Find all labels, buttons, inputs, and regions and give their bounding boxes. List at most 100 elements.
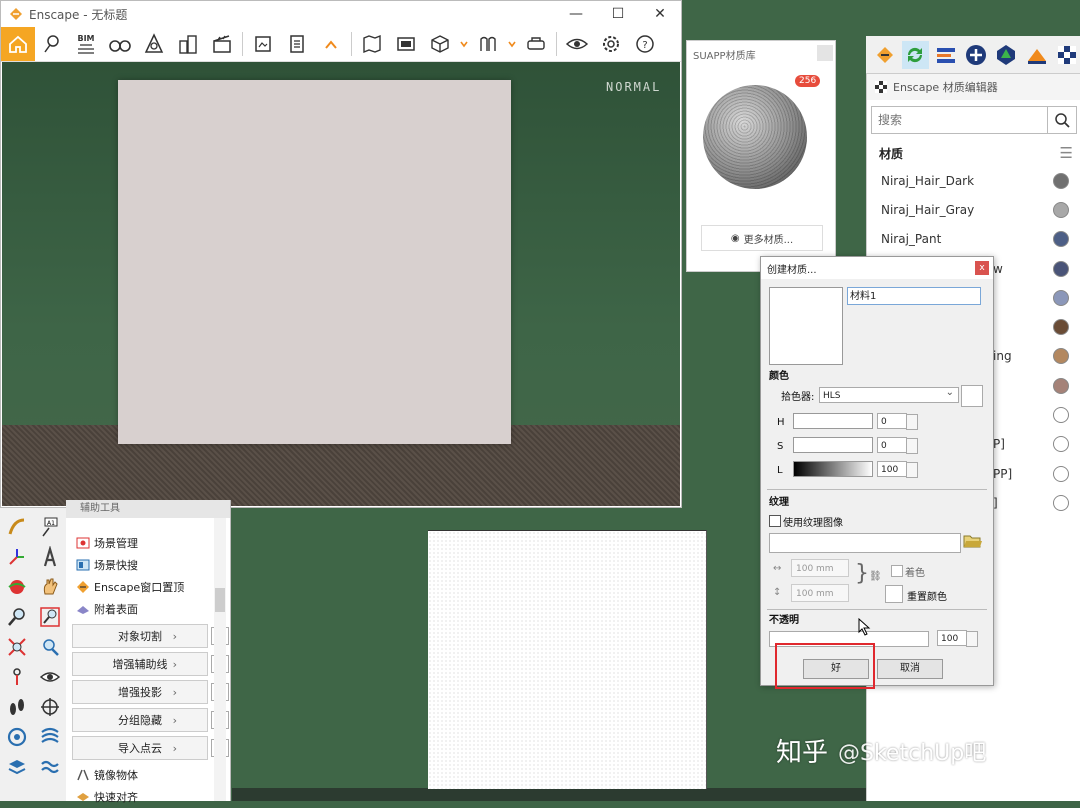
zoom-extents-icon[interactable] xyxy=(5,635,29,659)
wave-icon[interactable] xyxy=(38,755,62,779)
aux-item-scene-manager[interactable]: 场景管理 xyxy=(66,532,230,554)
panorama-icon[interactable] xyxy=(389,27,423,61)
tint-checkbox[interactable] xyxy=(891,565,903,577)
import-point-cloud-button[interactable]: 导入点云›⇱ xyxy=(72,736,229,760)
asset-library-icon[interactable] xyxy=(137,27,171,61)
maximize-button[interactable]: ☐ xyxy=(597,6,639,22)
sky-icon[interactable] xyxy=(1023,41,1049,69)
location-icon[interactable] xyxy=(35,27,69,61)
screenshot-icon[interactable] xyxy=(246,27,280,61)
texture-height-input[interactable]: 100 mm xyxy=(791,584,849,602)
eye-icon[interactable] xyxy=(560,27,594,61)
map-icon[interactable] xyxy=(355,27,389,61)
s-slider[interactable] xyxy=(793,437,873,453)
text-icon[interactable]: A1 xyxy=(38,515,62,539)
aux-item-scene-search[interactable]: 场景快搜 xyxy=(66,554,230,576)
watermark: 知乎 @SketchUp吧 xyxy=(776,732,986,769)
folder-icon[interactable] xyxy=(963,533,983,549)
section-plane-icon[interactable] xyxy=(38,695,62,719)
current-color-swatch[interactable] xyxy=(961,385,983,407)
chain-link-icon[interactable]: ⛓ xyxy=(869,571,882,582)
material-list-item[interactable]: Niraj_Pant xyxy=(867,225,1080,254)
color-picker-select[interactable]: HLS xyxy=(819,385,959,403)
hamburger-menu-icon[interactable]: ☰ xyxy=(1060,144,1073,162)
dialog-close-button[interactable]: x xyxy=(975,261,989,275)
help-icon[interactable]: ? xyxy=(628,27,662,61)
h-slider[interactable] xyxy=(793,413,873,429)
opacity-value-input[interactable]: 100 xyxy=(937,630,978,647)
stack-icon[interactable] xyxy=(5,755,29,779)
minimize-button[interactable]: — xyxy=(555,6,597,22)
close-button[interactable]: ✕ xyxy=(639,6,681,22)
binoculars-icon[interactable] xyxy=(103,27,137,61)
layers-icon[interactable] xyxy=(5,725,29,749)
walk-icon[interactable] xyxy=(5,695,29,719)
zoom-window-icon[interactable] xyxy=(38,605,62,629)
batch-render-icon[interactable] xyxy=(280,27,314,61)
vr-icon[interactable] xyxy=(471,27,505,61)
previous-view-icon[interactable] xyxy=(38,635,62,659)
material-name: Niraj_Pant xyxy=(881,232,942,247)
add-icon[interactable] xyxy=(963,41,989,69)
material-name-input[interactable]: 材料1 xyxy=(847,287,981,305)
enhanced-guides-button[interactable]: 增强辅助线›⇱ xyxy=(72,652,229,676)
button-label: 对象切割 xyxy=(118,630,162,643)
group-hide-button[interactable]: 分组隐藏›⇱ xyxy=(72,708,229,732)
material-color-swatch xyxy=(1053,231,1069,248)
aux-item-mirror[interactable]: 镜像物体 xyxy=(66,764,230,786)
cancel-button[interactable]: 取消 xyxy=(877,659,943,679)
styles-icon[interactable] xyxy=(38,725,62,749)
clapperboard-icon[interactable] xyxy=(205,27,239,61)
l-value-input[interactable]: 100 xyxy=(877,461,918,478)
bim-icon[interactable]: BIM xyxy=(69,27,103,61)
object-cut-button[interactable]: 对象切割›⇱ xyxy=(72,624,229,648)
material-search-input[interactable] xyxy=(872,112,1047,128)
position-camera-icon[interactable] xyxy=(5,665,29,689)
use-texture-checkbox[interactable] xyxy=(769,515,781,527)
s-value-input[interactable]: 0 xyxy=(877,437,918,454)
aux-item-quick-align[interactable]: 快速对齐 xyxy=(66,786,230,808)
texture-width-input[interactable]: 100 mm xyxy=(791,559,849,577)
material-preview-sphere[interactable] xyxy=(703,85,807,189)
material-list-item[interactable]: Niraj_Hair_Gray xyxy=(867,195,1080,224)
dropdown-arrow-icon[interactable] xyxy=(505,27,519,61)
tint-color-swatch[interactable] xyxy=(885,585,903,603)
aux-item-attach-surface[interactable]: 附着表面 xyxy=(66,598,230,620)
enscape-sync-icon[interactable] xyxy=(902,40,929,69)
reset-color-label[interactable]: 重置颜色 xyxy=(907,588,947,603)
texture-path-input[interactable] xyxy=(769,533,961,553)
gear-icon[interactable] xyxy=(594,27,628,61)
pan-icon[interactable] xyxy=(38,575,62,599)
material-color-swatch xyxy=(1053,377,1069,394)
arc-icon[interactable] xyxy=(5,515,29,539)
chevron-up-icon[interactable] xyxy=(314,27,348,61)
zoom-icon[interactable] xyxy=(5,605,29,629)
tree-icon[interactable] xyxy=(993,41,1019,69)
toolbar-separator xyxy=(242,32,243,56)
l-slider[interactable] xyxy=(793,461,873,477)
checker-icon[interactable] xyxy=(1054,41,1080,69)
3d-text-icon[interactable] xyxy=(38,545,62,569)
aux-item-enscape-pin[interactable]: Enscape窗口置顶 xyxy=(66,576,230,598)
aux-item-label: 快速对齐 xyxy=(94,791,138,804)
enscape-link-icon[interactable] xyxy=(933,41,959,69)
material-color-swatch xyxy=(1053,260,1069,277)
buildings-icon[interactable] xyxy=(171,27,205,61)
orbit-icon[interactable] xyxy=(5,575,29,599)
axes-icon[interactable] xyxy=(5,545,29,569)
dropdown-arrow-icon[interactable] xyxy=(457,27,471,61)
suapp-material-library: SUAPP材质库 256 ◉ 更多材质... xyxy=(686,40,836,272)
look-around-icon[interactable] xyxy=(38,665,62,689)
headset-icon[interactable] xyxy=(519,27,553,61)
model-face[interactable] xyxy=(428,530,707,789)
more-materials-button[interactable]: ◉ 更多材质... xyxy=(701,225,823,251)
h-value-input[interactable]: 0 xyxy=(877,413,918,430)
enscape-start-icon[interactable] xyxy=(872,41,898,69)
home-icon[interactable] xyxy=(1,27,35,61)
cube-icon[interactable] xyxy=(423,27,457,61)
aux-scrollbar[interactable] xyxy=(214,518,226,801)
enhanced-projection-button[interactable]: 增强投影›⇱ xyxy=(72,680,229,704)
material-list-item[interactable]: Niraj_Hair_Dark xyxy=(867,166,1080,195)
suapp-collapse-button[interactable] xyxy=(817,45,833,61)
search-icon[interactable] xyxy=(1047,107,1076,133)
